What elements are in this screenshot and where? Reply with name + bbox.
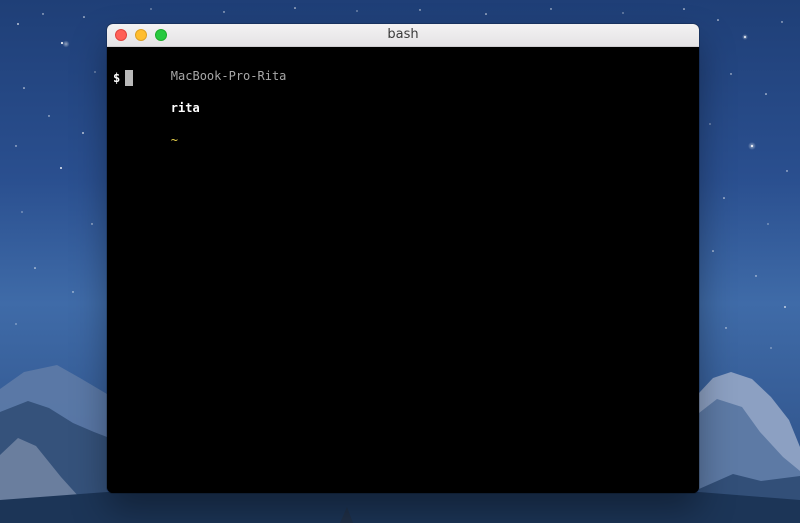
window-titlebar[interactable]: bash: [107, 24, 699, 47]
desktop-wallpaper: bash MacBook-Pro-Rita rita ~ $: [0, 0, 800, 523]
prompt-header-line: MacBook-Pro-Rita rita ~: [113, 52, 693, 147]
terminal-window: bash MacBook-Pro-Rita rita ~ $: [107, 24, 699, 493]
prompt-symbol: $: [113, 71, 121, 85]
terminal-body[interactable]: MacBook-Pro-Rita rita ~ $: [107, 47, 699, 493]
block-cursor[interactable]: [125, 70, 134, 86]
username-text: rita: [170, 101, 200, 115]
hostname-text: MacBook-Pro-Rita: [170, 69, 287, 83]
prompt-space-2: [171, 117, 178, 131]
path-text: ~: [170, 133, 179, 147]
prompt-space-1: [171, 85, 178, 99]
window-title: bash: [387, 27, 419, 42]
